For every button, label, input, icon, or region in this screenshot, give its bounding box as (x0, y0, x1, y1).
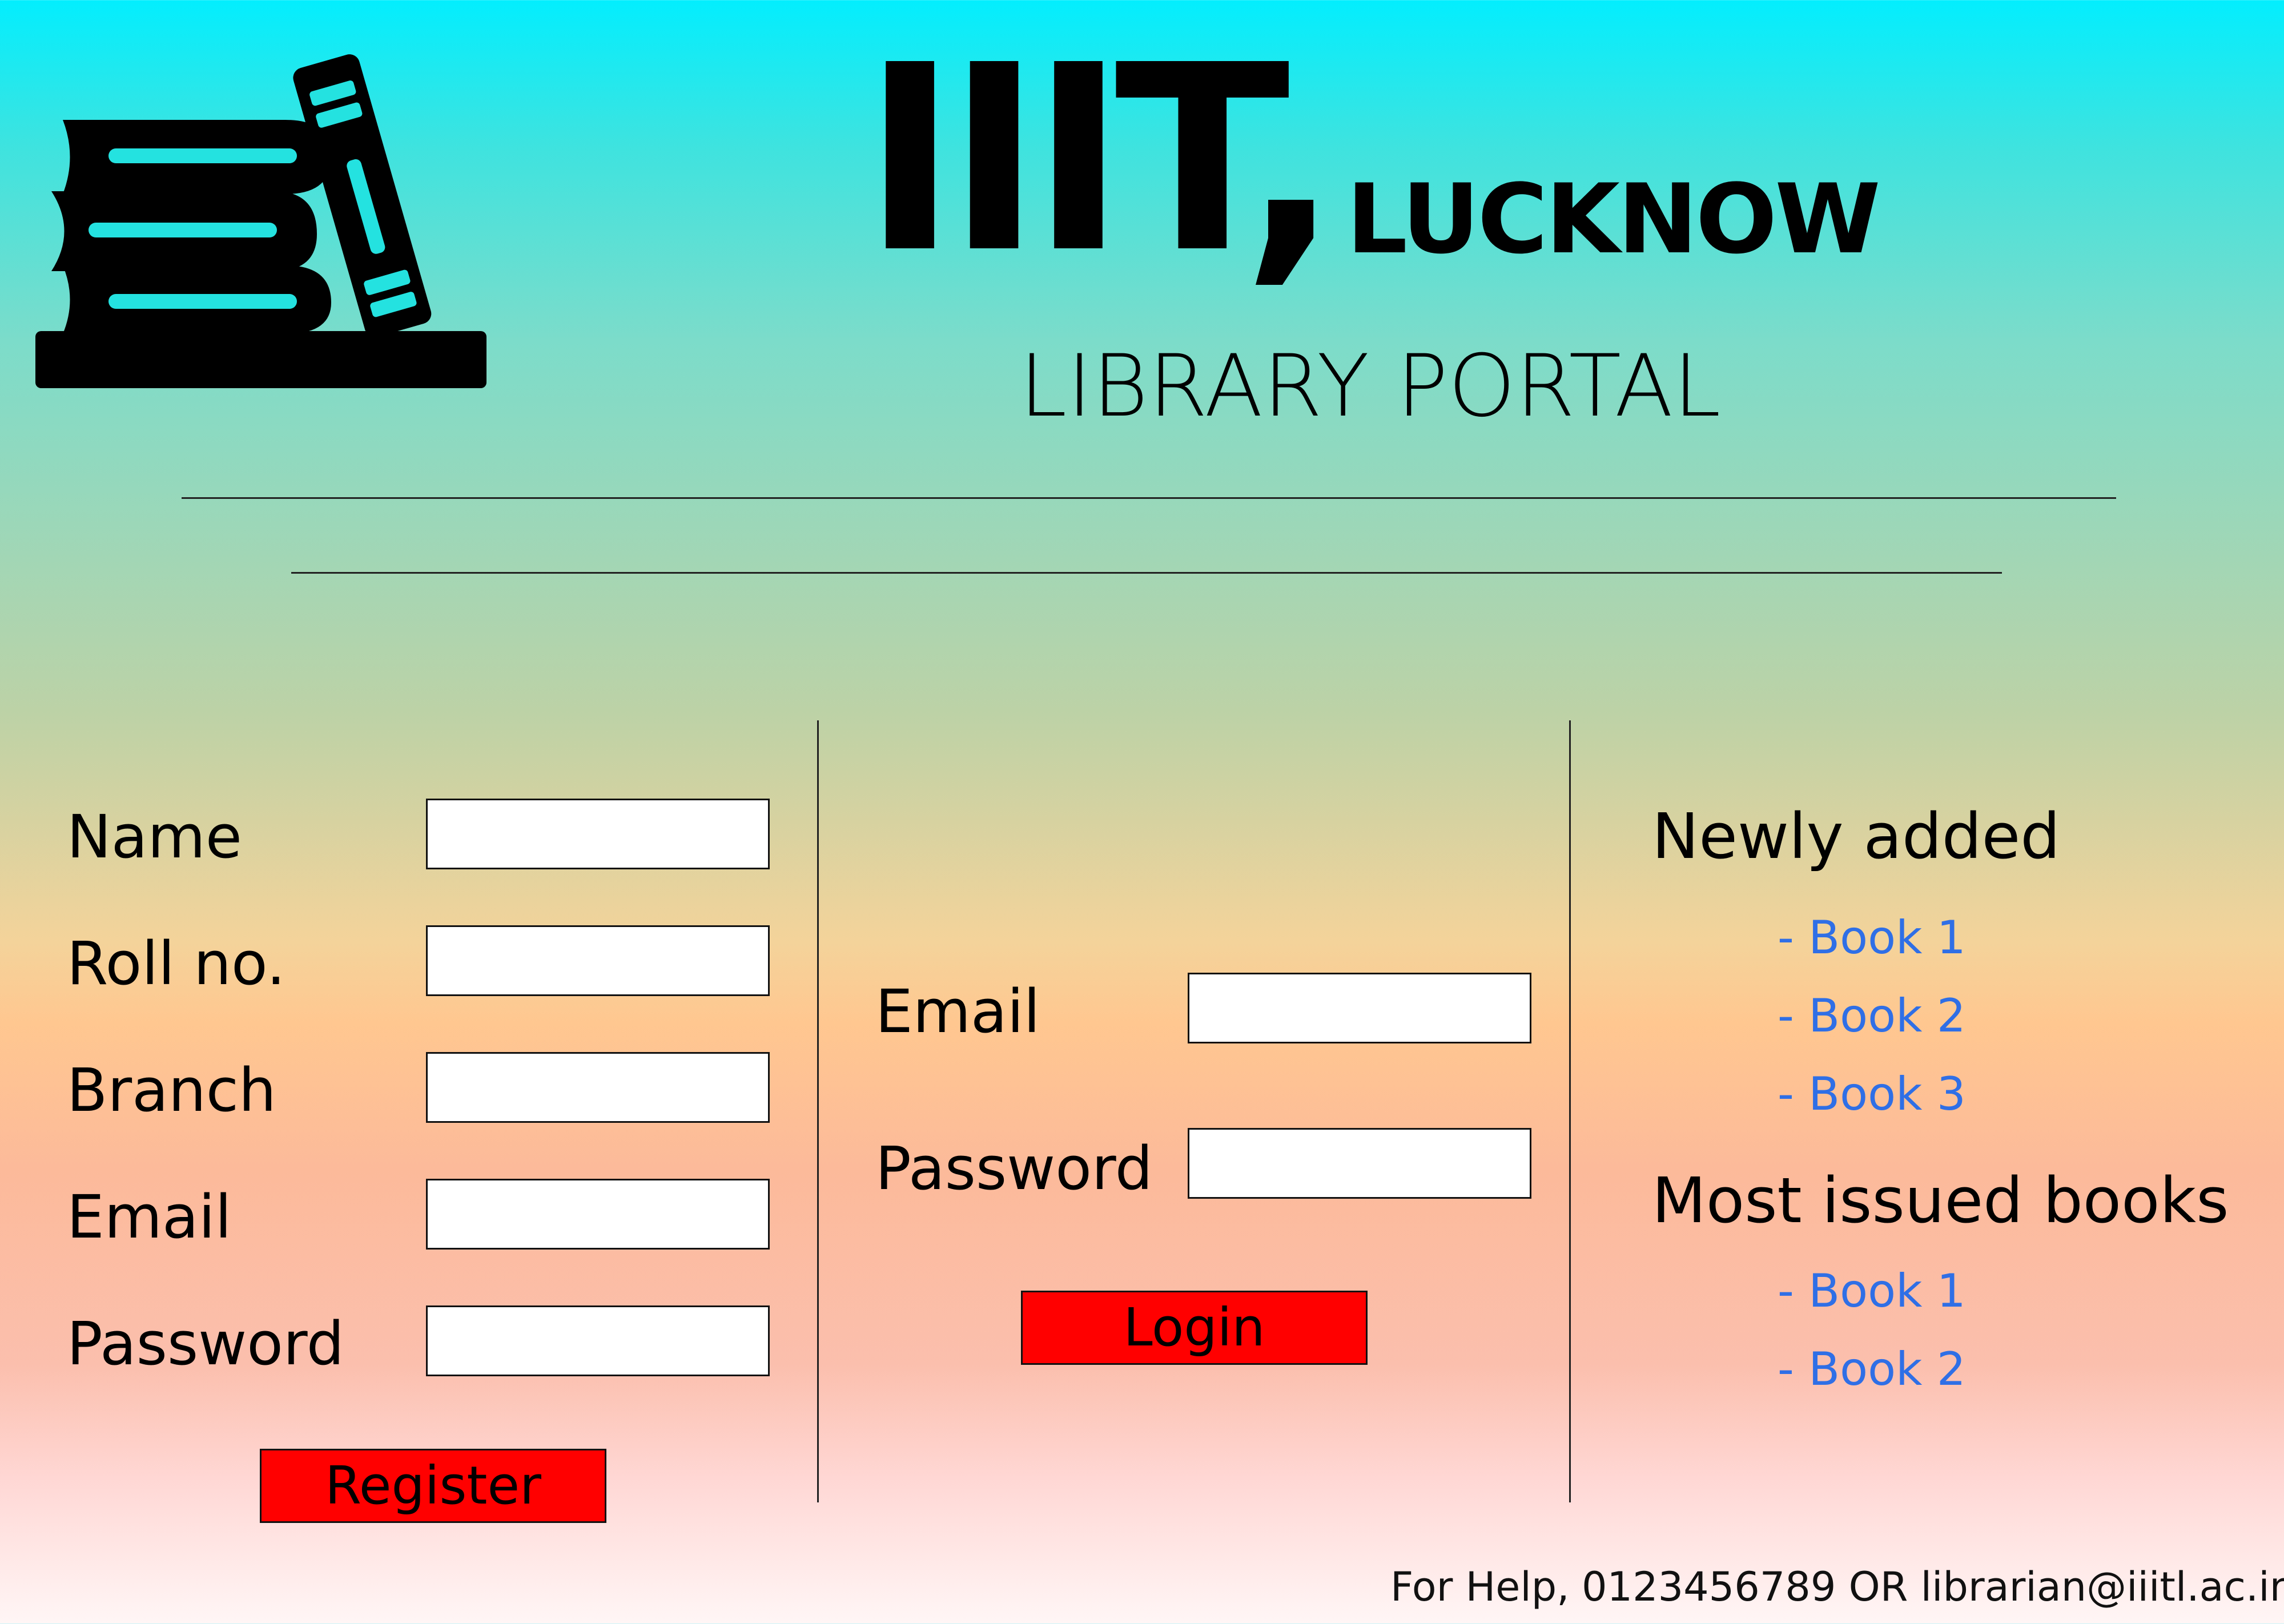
most-issued-heading: Most issued books (1652, 1164, 2229, 1237)
column-divider-right (1569, 720, 1571, 1502)
register-rollno-label: Roll no. (67, 929, 286, 998)
login-email-label: Email (875, 977, 1040, 1046)
login-email-input[interactable] (1188, 973, 1531, 1043)
page-subtitle: LIBRARY PORTAL (1019, 337, 1721, 436)
register-name-input[interactable] (426, 799, 770, 869)
register-password-label: Password (67, 1309, 344, 1379)
login-button[interactable]: Login (1021, 1291, 1368, 1365)
most-issued-book-1-link[interactable]: - Book 1 (1778, 1268, 1966, 1314)
register-branch-input[interactable] (426, 1052, 770, 1123)
login-password-label: Password (875, 1134, 1153, 1203)
site-title: IIIT, (862, 10, 1340, 309)
register-branch-label: Branch (67, 1055, 276, 1125)
books-icon (35, 54, 486, 388)
login-password-input[interactable] (1188, 1128, 1531, 1199)
newly-added-book-2-link[interactable]: - Book 2 (1778, 993, 1966, 1039)
column-divider-left (817, 720, 819, 1502)
register-password-input[interactable] (426, 1305, 770, 1376)
site-title-city: LUCKNOW (1346, 163, 1881, 275)
register-email-input[interactable] (426, 1179, 770, 1250)
most-issued-book-2-link[interactable]: - Book 2 (1778, 1347, 1966, 1392)
register-button[interactable]: Register (260, 1449, 606, 1523)
register-email-label: Email (67, 1182, 232, 1252)
newly-added-book-1-link[interactable]: - Book 1 (1778, 915, 1966, 961)
register-name-label: Name (67, 802, 242, 872)
newly-added-heading: Newly added (1652, 800, 2061, 873)
header-divider-bottom (291, 572, 2002, 574)
footer-contact-info: 0123456789 OR librarian@iiitl.ac.in (1582, 1563, 2284, 1610)
newly-added-book-3-link[interactable]: - Book 3 (1778, 1071, 1966, 1117)
header-divider-top (182, 497, 2116, 499)
register-rollno-input[interactable] (426, 925, 770, 996)
footer-help-label: For Help, (1390, 1563, 1570, 1610)
